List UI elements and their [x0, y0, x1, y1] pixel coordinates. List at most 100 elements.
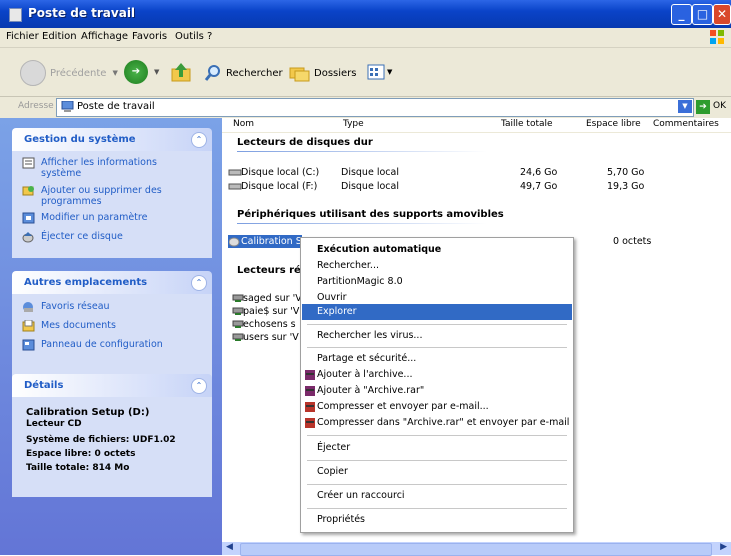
winrar-icon [305, 386, 315, 396]
go-arrow-icon[interactable]: ➔ [696, 100, 710, 114]
details-free-space: Espace libre: 0 octets [26, 449, 136, 459]
menu-edition[interactable]: Edition [42, 31, 77, 42]
cd-drive-icon [229, 237, 240, 247]
disk-total: 49,7 Go [520, 181, 558, 192]
views-icon [367, 64, 385, 80]
column-headers: Nom Type Taille totale Espace libre Comm… [222, 118, 731, 133]
scroll-right-icon[interactable]: ▶ [720, 542, 727, 552]
forward-button[interactable]: ➔ ▼ [124, 60, 159, 84]
menu-item-compress-email[interactable]: Compresser et envoyer par e-mail... [302, 399, 572, 415]
menu-separator [307, 460, 567, 461]
menu-fichier[interactable]: Fichier [6, 31, 39, 42]
collapse-chevron-icon[interactable]: ⌃ [191, 378, 207, 394]
system-tasks-header[interactable]: Gestion du système ⌃ [12, 128, 212, 151]
column-total-size[interactable]: Taille totale [501, 119, 553, 129]
menu-item-properties[interactable]: Propriétés [302, 512, 572, 528]
menu-separator [307, 508, 567, 509]
task-pane: Gestion du système ⌃ Afficher les inform… [0, 118, 222, 555]
toolbar: Précédente ▼ ➔ ▼ Rechercher Dossiers ▼ [0, 48, 731, 97]
scrollbar-thumb[interactable] [240, 543, 712, 556]
task-label: Modifier un paramètre [41, 212, 148, 223]
menu-item-sharing[interactable]: Partage et sécurité... [302, 351, 572, 367]
menu-outils[interactable]: Outils [175, 31, 204, 42]
search-label: Rechercher [226, 67, 283, 79]
group-divider [237, 223, 487, 224]
menu-item-compress-rar-email[interactable]: Compresser dans "Archive.rar" et envoyer… [302, 415, 572, 431]
group-removable: Périphériques utilisant des supports amo… [237, 209, 504, 220]
go-button[interactable]: OK [713, 101, 726, 111]
search-button[interactable]: Rechercher [204, 64, 283, 82]
folders-button[interactable]: Dossiers [289, 64, 357, 82]
control-panel-icon [22, 339, 35, 351]
details-panel: Détails ⌃ Calibration Setup (D:) Lecteur… [12, 374, 212, 497]
other-places-header[interactable]: Autres emplacements ⌃ [12, 271, 212, 294]
scroll-left-icon[interactable]: ◀ [226, 542, 233, 552]
menu-item-virus-scan[interactable]: Rechercher les virus... [302, 328, 572, 344]
up-folder-button[interactable] [170, 61, 192, 83]
forward-dropdown-icon: ▼ [154, 68, 160, 76]
details-header[interactable]: Détails ⌃ [12, 374, 212, 397]
system-tasks-panel: Gestion du système ⌃ Afficher les inform… [12, 128, 212, 258]
collapse-chevron-icon[interactable]: ⌃ [191, 132, 207, 148]
menu-item-create-shortcut[interactable]: Créer un raccourci [302, 488, 572, 504]
task-show-system-info[interactable]: Afficher les informations système [22, 157, 197, 179]
eject-icon [22, 232, 34, 243]
other-places-panel: Autres emplacements ⌃ Favoris réseau Mes… [12, 271, 212, 379]
task-change-setting[interactable]: Modifier un paramètre [22, 212, 197, 224]
views-dropdown-icon: ▼ [387, 68, 393, 76]
views-button[interactable]: ▼ [367, 64, 392, 80]
menu-item-autoplay[interactable]: Exécution automatique [302, 242, 572, 258]
network-drive-name: users sur 'V [243, 332, 299, 343]
task-add-remove-programs[interactable]: Ajouter ou supprimer des programmes [22, 185, 197, 207]
close-button[interactable]: ✕ [713, 4, 731, 25]
task-label: Afficher les informations système [41, 157, 157, 179]
disk-type: Disque local [341, 181, 399, 192]
address-label: Adresse [18, 101, 54, 111]
maximize-button[interactable]: □ [692, 4, 713, 25]
group-divider [237, 151, 487, 152]
address-field[interactable]: Poste de travail ▼ [56, 98, 694, 117]
menu-favoris[interactable]: Favoris [132, 31, 167, 42]
other-places-title: Autres emplacements [24, 277, 148, 288]
minimize-button[interactable]: _ [671, 4, 692, 25]
horizontal-scrollbar[interactable]: ◀ ▶ [222, 542, 731, 556]
hard-disk-icon [228, 169, 242, 176]
info-icon [22, 157, 35, 169]
menu-help[interactable]: ? [207, 31, 212, 42]
add-remove-icon [22, 186, 34, 196]
details-title: Détails [24, 380, 64, 391]
column-free-space[interactable]: Espace libre [586, 119, 641, 129]
menu-affichage[interactable]: Affichage [81, 31, 128, 42]
menu-item-search[interactable]: Rechercher... [302, 258, 572, 274]
context-menu: Exécution automatique Rechercher... Part… [300, 237, 574, 533]
menu-separator [307, 324, 567, 325]
place-network[interactable]: Favoris réseau [22, 301, 110, 313]
menu-item-partitionmagic[interactable]: PartitionMagic 8.0 [302, 274, 572, 290]
place-my-documents[interactable]: Mes documents [22, 320, 116, 332]
back-button[interactable]: Précédente ▼ [20, 60, 118, 86]
winrar-icon [305, 418, 315, 428]
menu-item-add-to-archive[interactable]: Ajouter à l'archive... [302, 367, 572, 383]
address-dropdown-icon[interactable]: ▼ [678, 100, 692, 113]
drive-free: 0 octets [613, 236, 652, 247]
network-drive-name: saged sur 'V [243, 293, 302, 304]
winrar-icon [305, 370, 315, 380]
task-eject-disk[interactable]: Éjecter ce disque [22, 231, 197, 243]
back-dropdown-icon: ▼ [112, 69, 118, 77]
column-name[interactable]: Nom [233, 119, 254, 129]
windows-logo-icon [710, 30, 724, 44]
menu-item-copy[interactable]: Copier [302, 464, 572, 480]
menu-item-add-to-archive-rar[interactable]: Ajouter à "Archive.rar" [302, 383, 572, 399]
hard-disk-icon [228, 183, 242, 190]
collapse-chevron-icon[interactable]: ⌃ [191, 275, 207, 291]
menu-item-explore[interactable]: Explorer [302, 304, 572, 320]
details-filesystem: Système de fichiers: UDF1.02 [26, 435, 176, 445]
menu-item-eject[interactable]: Éjecter [302, 440, 572, 456]
column-comments[interactable]: Commentaires [653, 119, 719, 129]
column-type[interactable]: Type [343, 119, 364, 129]
place-control-panel[interactable]: Panneau de configuration [22, 339, 163, 351]
system-tasks-title: Gestion du système [24, 134, 136, 145]
network-icon [23, 302, 33, 312]
network-drive-name: echosens s [243, 319, 296, 330]
forward-arrow-icon: ➔ [124, 60, 148, 84]
